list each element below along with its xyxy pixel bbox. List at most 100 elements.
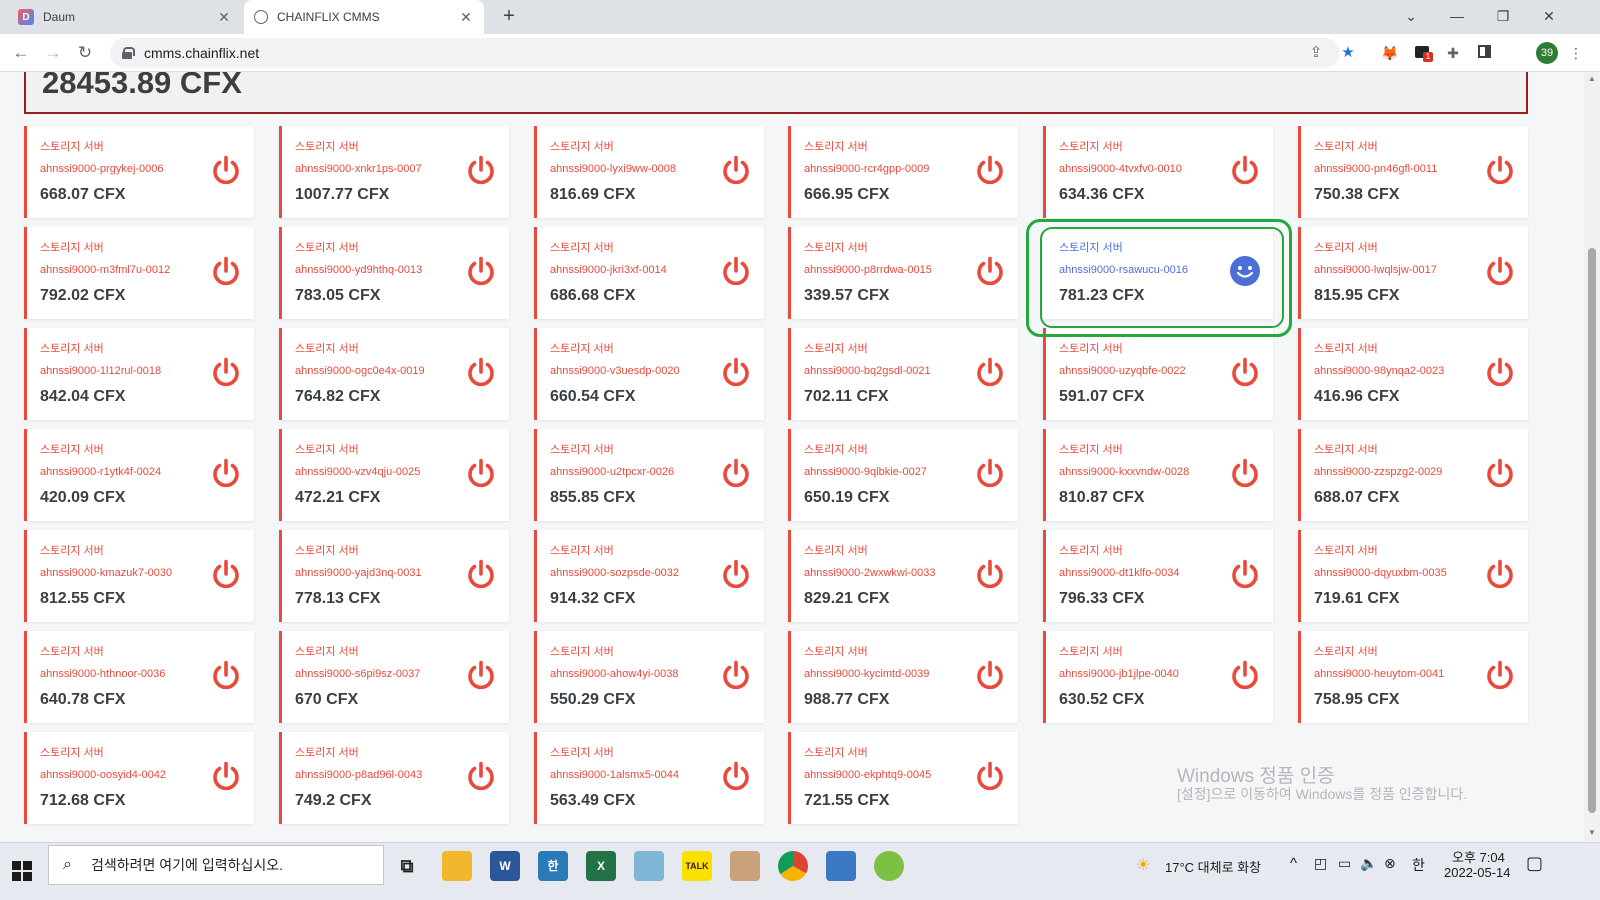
server-card[interactable]: 스토리지 서버 ahnssi9000-pn46gfl-0011 750.38 CFX	[1298, 126, 1528, 218]
server-card[interactable]: 스토리지 서버 ahnssi9000-uzyqbfe-0022 591.07 CFX	[1043, 328, 1273, 420]
close-window-button[interactable]: ✕	[1526, 0, 1572, 34]
weather-text[interactable]: 17°C 대체로 화창	[1165, 857, 1261, 876]
windows-start-icon[interactable]	[12, 861, 32, 881]
power-icon[interactable]	[464, 759, 498, 793]
power-icon[interactable]	[209, 254, 243, 288]
scroll-thumb[interactable]	[1588, 248, 1596, 813]
server-card[interactable]: 스토리지 서버 ahnssi9000-oosyid4-0042 712.68 CFX	[24, 732, 254, 824]
forward-icon[interactable]: →	[40, 40, 66, 66]
server-card[interactable]: 스토리지 서버 ahnssi9000-prgykej-0006 668.07 CFX	[24, 126, 254, 218]
power-icon[interactable]	[719, 557, 753, 591]
server-card[interactable]: 스토리지 서버 ahnssi9000-hthnoor-0036 640.78 CFX	[24, 631, 254, 723]
power-icon[interactable]	[973, 557, 1007, 591]
power-icon[interactable]	[719, 658, 753, 692]
share-icon[interactable]: ⇪	[1306, 43, 1326, 63]
tab-daum[interactable]: D Daum ✕	[8, 0, 242, 34]
power-icon[interactable]	[719, 153, 753, 187]
app-icon[interactable]	[634, 851, 664, 881]
server-card[interactable]: 스토리지 서버 ahnssi9000-r1ytk4f-0024 420.09 CFX	[24, 429, 254, 521]
new-tab-button[interactable]: +	[496, 4, 522, 30]
server-card[interactable]: 스토리지 서버 ahnssi9000-p8rrdwa-0015 339.57 CFX	[788, 227, 1018, 319]
power-icon[interactable]	[1483, 456, 1517, 490]
server-card[interactable]: 스토리지 서버 ahnssi9000-kxxvndw-0028 810.87 CFX	[1043, 429, 1273, 521]
power-icon[interactable]	[1228, 658, 1262, 692]
address-bar[interactable]: cmms.chainflix.net ⇪ ★	[110, 38, 1355, 68]
power-icon[interactable]	[209, 557, 243, 591]
extension-badge-icon[interactable]: 1	[1412, 43, 1433, 63]
scrollbar[interactable]: ▲ ▼	[1584, 72, 1600, 842]
server-card[interactable]: 스토리지 서버 ahnssi9000-zzspzg2-0029 688.07 CFX	[1298, 429, 1528, 521]
power-icon[interactable]	[464, 456, 498, 490]
server-card[interactable]: 스토리지 서버 ahnssi9000-1l12rul-0018 842.04 CFX	[24, 328, 254, 420]
server-card[interactable]: 스토리지 서버 ahnssi9000-dqyuxbm-0035 719.61 CFX	[1298, 530, 1528, 622]
power-icon[interactable]	[973, 759, 1007, 793]
server-card[interactable]: 스토리지 서버 ahnssi9000-9qlbkie-0027 650.19 CFX	[788, 429, 1018, 521]
chrome-icon[interactable]	[778, 851, 808, 881]
excel-icon[interactable]: X	[586, 851, 616, 881]
server-card[interactable]: 스토리지 서버 ahnssi9000-yajd3nq-0031 778.13 CFX	[279, 530, 509, 622]
onedrive-icon[interactable]: ◰	[1314, 855, 1327, 872]
power-icon[interactable]	[209, 355, 243, 389]
side-panel-icon[interactable]	[1474, 43, 1494, 63]
server-card[interactable]: 스토리지 서버 ahnssi9000-heuytom-0041 758.95 CFX	[1298, 631, 1528, 723]
server-card[interactable]: 스토리지 서버 ahnssi9000-lwqlsjw-0017 815.95 CFX	[1298, 227, 1528, 319]
server-card[interactable]: 스토리지 서버 ahnssi9000-m3fml7u-0012 792.02 CFX	[24, 227, 254, 319]
task-view-icon[interactable]: ⧉	[392, 851, 422, 881]
server-card[interactable]: 스토리지 서버 ahnssi9000-kmazuk7-0030 812.55 CFX	[24, 530, 254, 622]
power-icon[interactable]	[1228, 557, 1262, 591]
volume-icon[interactable]: 🔈	[1360, 855, 1377, 872]
power-icon[interactable]	[973, 658, 1007, 692]
server-card[interactable]: 스토리지 서버 ahnssi9000-yd9hthq-0013 783.05 CFX	[279, 227, 509, 319]
power-icon[interactable]	[1483, 254, 1517, 288]
mute-icon[interactable]: ⊗	[1384, 855, 1396, 872]
server-card[interactable]: 스토리지 서버 ahnssi9000-s6pi9sz-0037 670 CFX	[279, 631, 509, 723]
server-card[interactable]: 스토리지 서버 ahnssi9000-jkri3xf-0014 686.68 CFX	[534, 227, 764, 319]
power-icon[interactable]	[209, 153, 243, 187]
notification-icon[interactable]: ▢	[1526, 853, 1543, 874]
power-icon[interactable]	[1228, 456, 1262, 490]
server-card[interactable]: 스토리지 서버 ahnssi9000-rcr4gpp-0009 666.95 CFX	[788, 126, 1018, 218]
tab-search-icon[interactable]: ⌄	[1388, 0, 1434, 34]
power-icon[interactable]	[719, 759, 753, 793]
clock-date[interactable]: 2022-05-14	[1444, 865, 1511, 880]
power-icon[interactable]	[719, 254, 753, 288]
server-card[interactable]: 스토리지 서버 ahnssi9000-sozpsde-0032 914.32 CFX	[534, 530, 764, 622]
power-icon[interactable]	[719, 355, 753, 389]
server-card[interactable]: 스토리지 서버 ahnssi9000-lyxi9ww-0008 816.69 CFX	[534, 126, 764, 218]
power-icon[interactable]	[464, 557, 498, 591]
restore-button[interactable]: ❐	[1480, 0, 1526, 34]
server-card[interactable]: 스토리지 서버 ahnssi9000-u2tpcxr-0026 855.85 CFX	[534, 429, 764, 521]
server-card[interactable]: 스토리지 서버 ahnssi9000-jb1jlpe-0040 630.52 CFX	[1043, 631, 1273, 723]
power-icon[interactable]	[973, 254, 1007, 288]
server-card[interactable]: 스토리지 서버 ahnssi9000-v3uesdp-0020 660.54 CFX	[534, 328, 764, 420]
server-card[interactable]: 스토리지 서버 ahnssi9000-xnkr1ps-0007 1007.77 CF…	[279, 126, 509, 218]
server-card[interactable]: 스토리지 서버 ahnssi9000-4tvxfv0-0010 634.36 CFX	[1043, 126, 1273, 218]
server-card[interactable]: 스토리지 서버 ahnssi9000-ogc0e4x-0019 764.82 CFX	[279, 328, 509, 420]
avatar[interactable]: 39	[1536, 42, 1558, 64]
reload-icon[interactable]: ↻	[72, 40, 98, 66]
power-icon[interactable]	[719, 456, 753, 490]
server-card[interactable]: 스토리지 서버 ahnssi9000-2wxwkwi-0033 829.21 CFX	[788, 530, 1018, 622]
server-card[interactable]: 스토리지 서버 ahnssi9000-vzv4qju-0025 472.21 CFX	[279, 429, 509, 521]
power-icon[interactable]	[209, 759, 243, 793]
server-card[interactable]: 스토리지 서버 ahnssi9000-1alsmx5-0044 563.49 CFX	[534, 732, 764, 824]
power-icon[interactable]	[1483, 658, 1517, 692]
scroll-up-icon[interactable]: ▲	[1587, 74, 1597, 83]
green-app-icon[interactable]	[874, 851, 904, 881]
server-card[interactable]: 스토리지 서버 ahnssi9000-bq2gsdl-0021 702.11 CFX	[788, 328, 1018, 420]
power-icon[interactable]	[464, 658, 498, 692]
server-card[interactable]: 스토리지 서버 ahnssi9000-p8ad96l-0043 749.2 CFX	[279, 732, 509, 824]
tray-chevron-icon[interactable]: ^	[1290, 855, 1297, 872]
taskbar-search-input[interactable]: ⌕ 검색하려면 여기에 입력하십시오.	[48, 845, 384, 885]
power-icon[interactable]	[973, 153, 1007, 187]
server-card[interactable]: 스토리지 서버 ahnssi9000-98ynqa2-0023 416.96 CFX	[1298, 328, 1528, 420]
power-icon[interactable]	[973, 355, 1007, 389]
puzzle-icon[interactable]: ✚	[1443, 43, 1463, 63]
minimize-button[interactable]: —	[1434, 0, 1480, 34]
power-icon[interactable]	[464, 153, 498, 187]
power-icon[interactable]	[1483, 153, 1517, 187]
server-card[interactable]: 스토리지 서버 ahnssi9000-kycimtd-0039 988.77 CFX	[788, 631, 1018, 723]
server-card[interactable]: 스토리지 서버 ahnssi9000-ahow4yi-0038 550.29 CFX	[534, 631, 764, 723]
power-icon[interactable]	[464, 355, 498, 389]
hangul-icon[interactable]: 한	[538, 851, 568, 881]
